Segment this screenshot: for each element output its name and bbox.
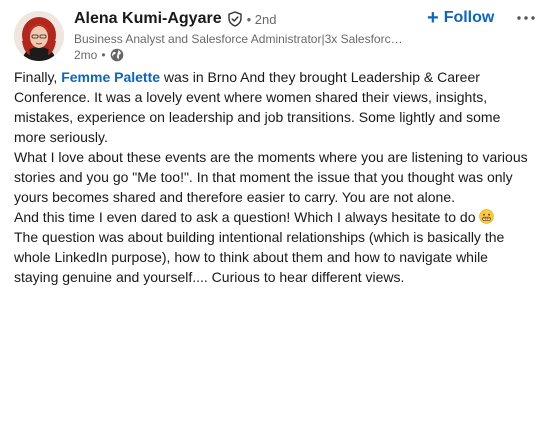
author-block: Alena Kumi-Agyare • 2nd Business Analyst… [74,8,424,63]
post-text-intro: Finally, [14,69,62,85]
more-horizontal-icon [517,16,535,20]
author-name-row: Alena Kumi-Agyare • 2nd [74,8,424,30]
post-text: Finally, Femme Palette was in Brno And t… [14,67,534,287]
mention-link[interactable]: Femme Palette [61,69,160,85]
post-paragraph-1: Finally, Femme Palette was in Brno And t… [14,67,534,147]
avatar[interactable] [14,11,64,61]
post-text-question: And this time I even dared to ask a ques… [14,209,480,225]
meta-separator: • [101,48,106,62]
post-meta: 2mo • [74,47,424,63]
plus-icon: + [427,7,439,29]
author-name[interactable]: Alena Kumi-Agyare [74,10,222,28]
follow-label: Follow [443,9,495,26]
more-options-button[interactable] [514,8,538,28]
post-paragraph-4: The question was about building intentio… [14,229,505,285]
post-header: Alena Kumi-Agyare • 2nd Business Analyst… [14,8,535,63]
verified-shield-icon [227,11,243,27]
post-paragraph-2: What I love about these events are the m… [14,149,528,205]
connection-degree: • 2nd [246,11,277,27]
post-time: 2mo [74,48,98,62]
globe-icon [110,48,124,62]
follow-button[interactable]: + Follow [427,8,494,28]
avatar-image [14,11,64,61]
grimacing-face-emoji [479,209,495,224]
author-headline: Business Analyst and Salesforce Administ… [74,32,403,46]
post-paragraph-3: And this time I even dared to ask a ques… [14,207,534,227]
